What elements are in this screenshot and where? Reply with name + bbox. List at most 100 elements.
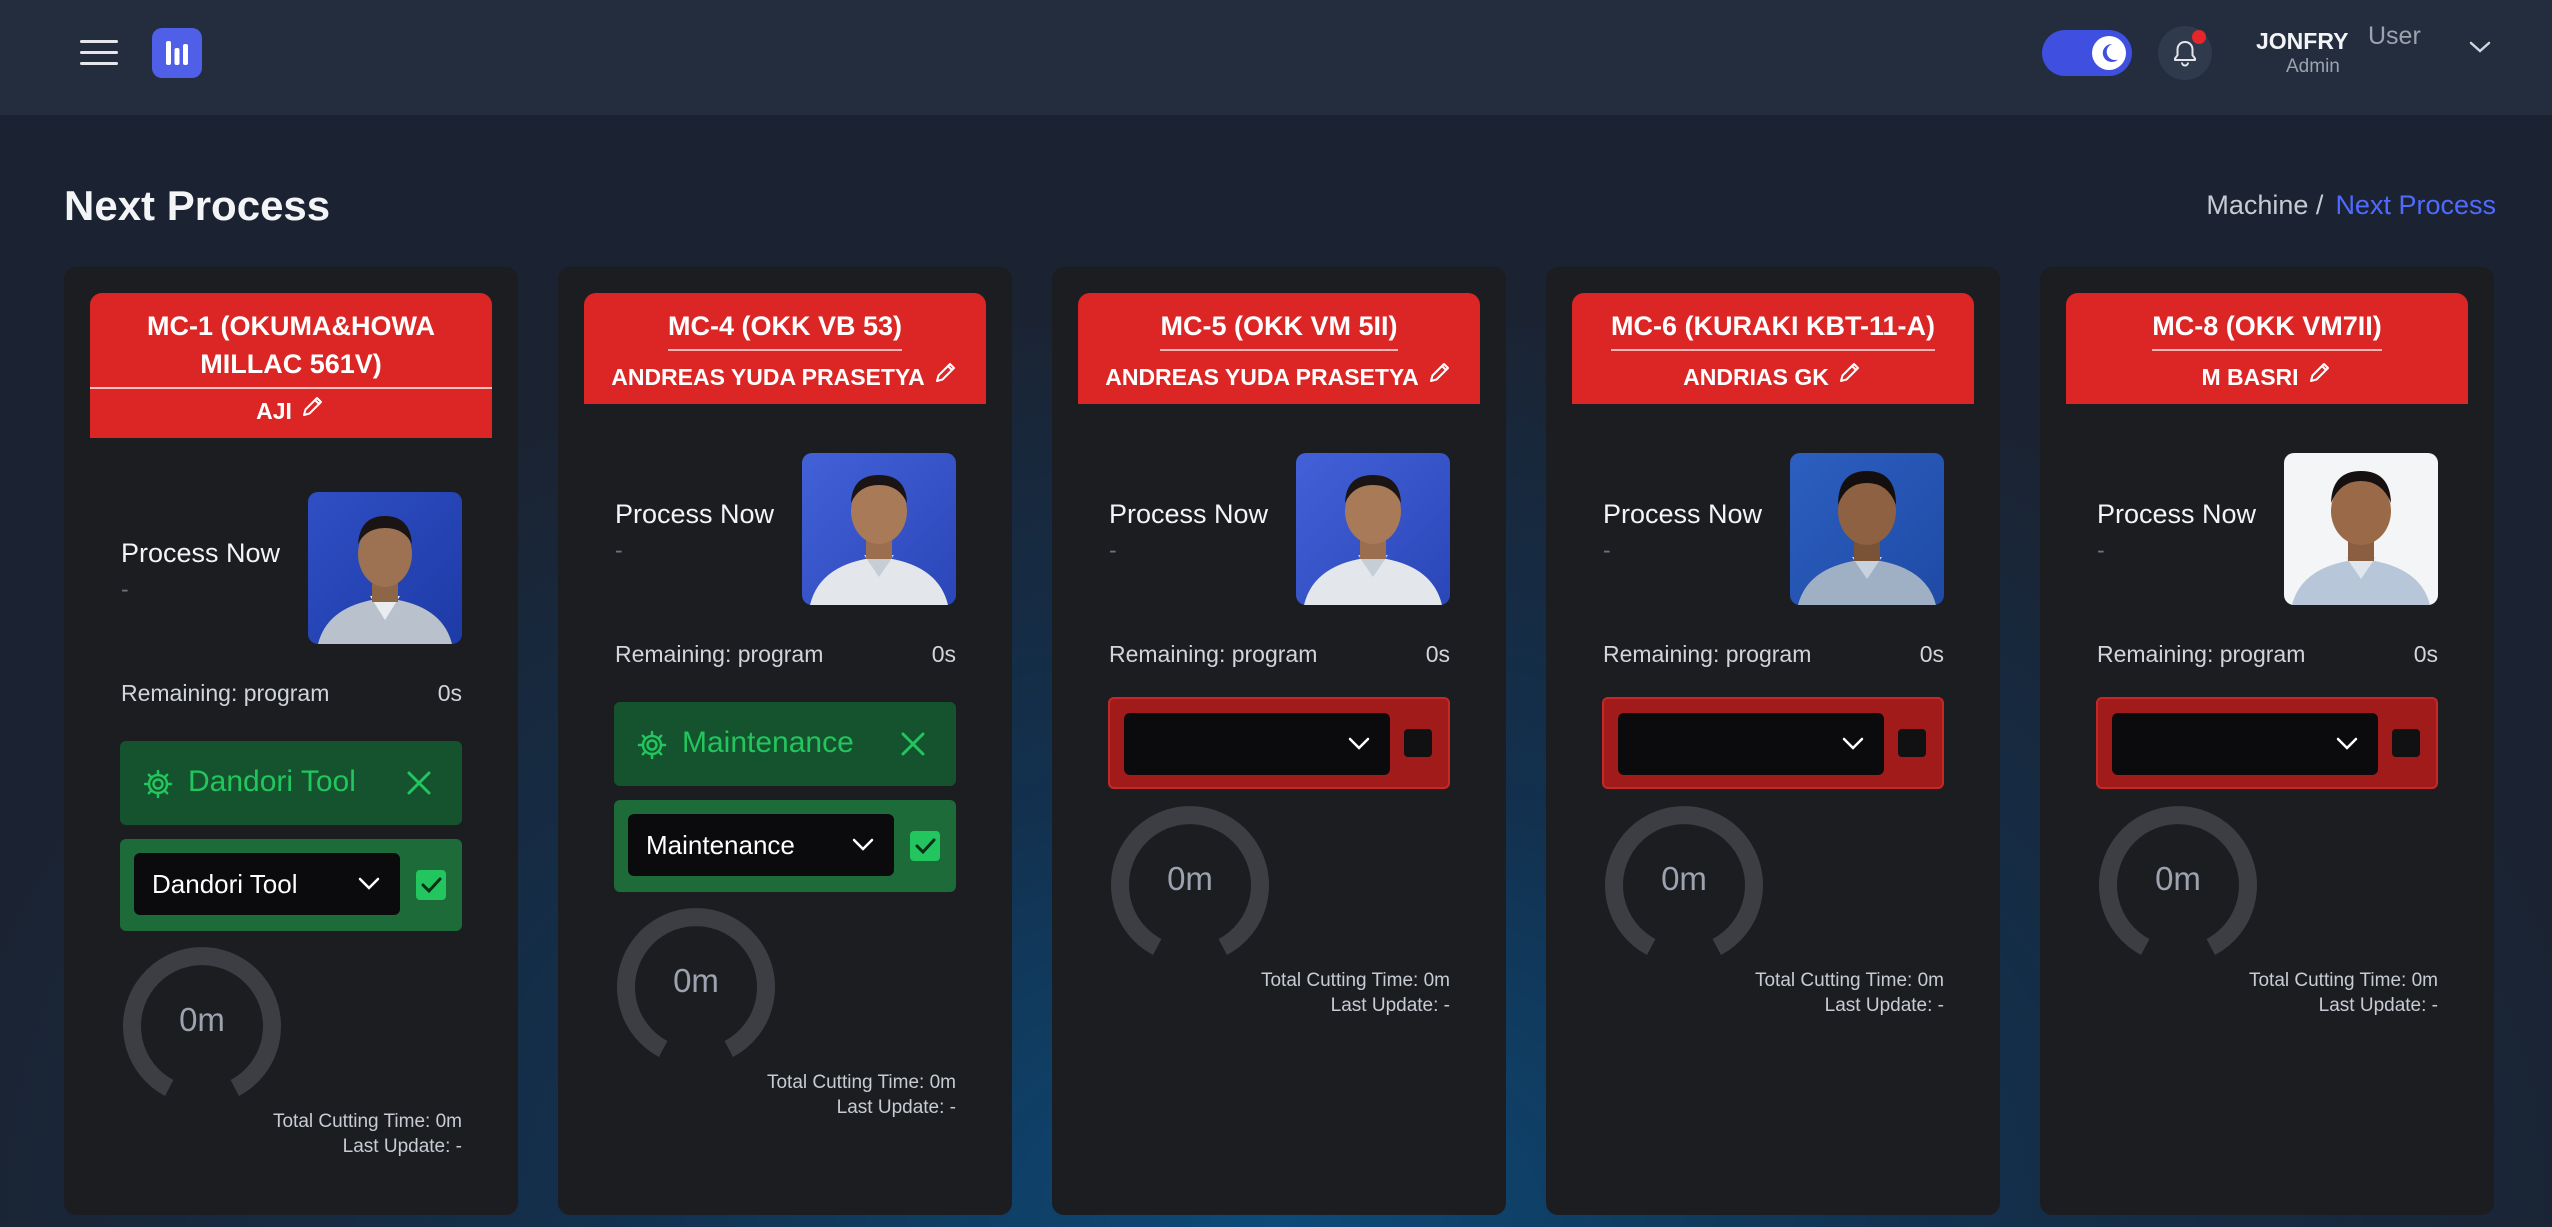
remaining-value: 0s <box>437 680 462 706</box>
total-cutting-time: Total Cutting Time: 0m <box>272 1111 462 1132</box>
process-now-label: Process Now <box>1109 499 1269 529</box>
operator-photo <box>308 492 462 644</box>
user-name: JONFRY <box>2256 28 2349 54</box>
confirm-checkbox[interactable] <box>1404 729 1432 757</box>
notification-badge <box>2192 30 2206 44</box>
machine-name: MC-6 (KURAKI KBT-11-A) <box>1572 293 1974 355</box>
process-now-value: - <box>2097 537 2105 563</box>
remaining-value: 0s <box>1425 641 1450 667</box>
gear-icon <box>636 729 668 766</box>
operator-photo <box>802 453 956 605</box>
chevron-down-icon <box>356 873 382 898</box>
status-select-box: Dandori Tool <box>120 839 462 931</box>
app-logo-icon[interactable] <box>152 28 202 78</box>
gauge-value: 0m <box>1167 860 1213 897</box>
confirm-checkbox[interactable] <box>2392 729 2420 757</box>
chevron-down-icon[interactable] <box>2468 40 2492 59</box>
user-menu[interactable]: JONFRY User Admin <box>2256 22 2476 92</box>
chevron-down-icon <box>1346 733 1372 758</box>
gauge-value: 0m <box>179 1001 225 1038</box>
remaining-value: 0s <box>2413 641 2438 667</box>
breadcrumb-current: Next Process <box>2335 190 2496 220</box>
operator-name: ANDREAS YUDA PRASETYA <box>1078 355 1480 404</box>
process-now-value: - <box>1109 537 1117 563</box>
edit-pencil-icon[interactable] <box>2307 359 2333 394</box>
edit-pencil-icon[interactable] <box>933 359 959 394</box>
breadcrumb-machine-link[interactable]: Machine / <box>2206 190 2323 220</box>
page-title: Next Process <box>64 182 331 229</box>
gear-icon <box>142 768 174 805</box>
confirm-checkbox[interactable] <box>910 831 940 861</box>
process-now-label: Process Now <box>121 538 281 568</box>
status-select[interactable] <box>2112 713 2378 775</box>
machine-name: MC-1 (OKUMA&HOWA MILLAC 561V) <box>147 311 435 379</box>
select-value: Maintenance <box>646 830 795 860</box>
last-update: Last Update: - <box>1824 995 1944 1016</box>
top-header: JONFRY User Admin <box>0 0 2552 116</box>
operator-name: AJI <box>90 389 492 438</box>
remaining-label: Remaining: program <box>2097 641 2306 667</box>
edit-pencil-icon[interactable] <box>1837 359 1863 394</box>
status-select-box <box>2096 697 2438 789</box>
remaining-label: Remaining: program <box>121 680 330 706</box>
total-cutting-time: Total Cutting Time: 0m <box>1754 970 1944 991</box>
machine-card: MC-5 (OKK VM 5II) ANDREAS YUDA PRASETYA … <box>1052 267 1506 1215</box>
remaining-value: 0s <box>931 641 956 667</box>
operator-photo <box>2284 453 2438 605</box>
operator-photo <box>1296 453 1450 605</box>
process-now-value: - <box>615 537 623 563</box>
status-banner: Maintenance <box>614 702 956 786</box>
edit-pencil-icon[interactable] <box>300 393 326 428</box>
remaining-label: Remaining: program <box>1109 641 1318 667</box>
total-cutting-time: Total Cutting Time: 0m <box>2248 970 2438 991</box>
cutting-time-gauge: 0m <box>1110 806 1270 966</box>
last-update: Last Update: - <box>342 1136 462 1157</box>
process-now-value: - <box>121 576 129 602</box>
machine-card-header: MC-1 (OKUMA&HOWA MILLAC 561V) AJI <box>90 293 492 438</box>
machine-name: MC-5 (OKK VM 5II) <box>1078 293 1480 355</box>
status-select[interactable] <box>1618 713 1884 775</box>
machine-card: MC-6 (KURAKI KBT-11-A) ANDRIAS GK Proces… <box>1546 267 2000 1215</box>
chevron-down-icon <box>1840 733 1866 758</box>
close-icon[interactable] <box>404 768 434 803</box>
close-icon[interactable] <box>898 729 928 764</box>
status-select[interactable]: Maintenance <box>628 814 894 876</box>
status-text: Maintenance <box>682 726 854 759</box>
status-banner: Dandori Tool <box>120 741 462 825</box>
last-update: Last Update: - <box>836 1097 956 1118</box>
confirm-checkbox[interactable] <box>416 870 446 900</box>
status-select-box <box>1108 697 1450 789</box>
total-cutting-time: Total Cutting Time: 0m <box>1260 970 1450 991</box>
last-update: Last Update: - <box>1330 995 1450 1016</box>
select-value: Dandori Tool <box>152 869 298 899</box>
remaining-label: Remaining: program <box>615 641 824 667</box>
status-select[interactable]: Dandori Tool <box>134 853 400 915</box>
machine-card-header: MC-6 (KURAKI KBT-11-A) ANDRIAS GK <box>1572 293 1974 404</box>
chevron-down-icon <box>2334 733 2360 758</box>
process-now-label: Process Now <box>1603 499 1763 529</box>
machine-card: MC-1 (OKUMA&HOWA MILLAC 561V) AJI Proces… <box>64 267 518 1215</box>
edit-pencil-icon[interactable] <box>1427 359 1453 394</box>
machine-card-header: MC-4 (OKK VB 53) ANDREAS YUDA PRASETYA <box>584 293 986 404</box>
dark-mode-toggle[interactable] <box>2042 30 2132 76</box>
operator-name: ANDREAS YUDA PRASETYA <box>584 355 986 404</box>
process-now-label: Process Now <box>2097 499 2257 529</box>
machine-card-header: MC-5 (OKK VM 5II) ANDREAS YUDA PRASETYA <box>1078 293 1480 404</box>
status-select-box: Maintenance <box>614 800 956 892</box>
last-update: Last Update: - <box>2318 995 2438 1016</box>
notification-bell-icon[interactable] <box>2158 26 2212 80</box>
remaining-label: Remaining: program <box>1603 641 1812 667</box>
cutting-time-gauge: 0m <box>616 908 776 1068</box>
gauge-value: 0m <box>673 962 719 999</box>
hamburger-menu-icon[interactable] <box>80 40 118 68</box>
cutting-time-gauge: 0m <box>122 947 282 1107</box>
machine-card-header: MC-8 (OKK VM7II) M BASRI <box>2066 293 2468 404</box>
confirm-checkbox[interactable] <box>1898 729 1926 757</box>
operator-name: ANDRIAS GK <box>1572 355 1974 404</box>
gauge-value: 0m <box>1661 860 1707 897</box>
total-cutting-time: Total Cutting Time: 0m <box>766 1072 956 1093</box>
status-select[interactable] <box>1124 713 1390 775</box>
operator-photo <box>1790 453 1944 605</box>
cutting-time-gauge: 0m <box>1604 806 1764 966</box>
operator-name: M BASRI <box>2066 355 2468 404</box>
